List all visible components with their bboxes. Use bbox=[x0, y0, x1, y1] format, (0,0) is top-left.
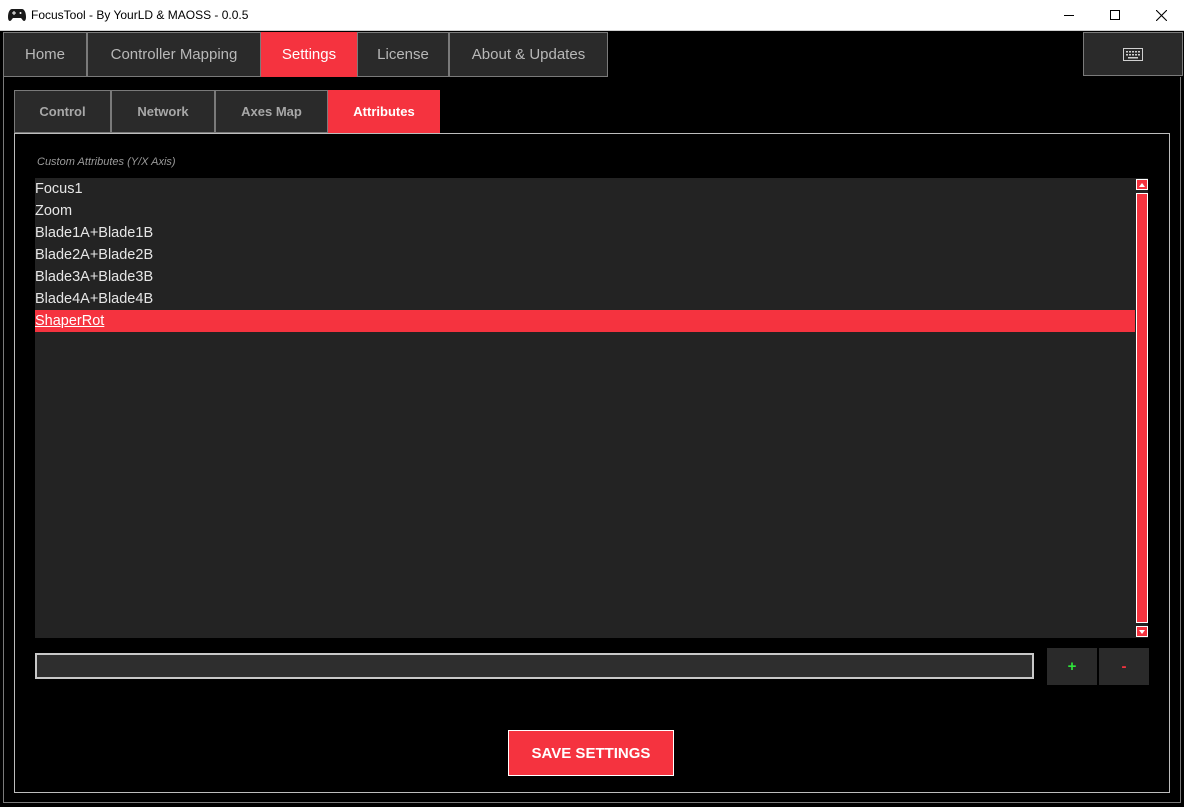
tab-label: License bbox=[377, 46, 429, 63]
tab-label: Controller Mapping bbox=[110, 46, 238, 63]
subtab-label: Attributes bbox=[353, 104, 415, 119]
tab-license[interactable]: License bbox=[357, 32, 449, 77]
keyboard-icon bbox=[1123, 47, 1143, 61]
custom-attributes-label: Custom Attributes (Y/X Axis) bbox=[37, 156, 176, 168]
subtab-control[interactable]: Control bbox=[14, 90, 111, 133]
tab-label: Settings bbox=[281, 46, 337, 63]
list-item-selected[interactable]: ShaperRot bbox=[35, 310, 1135, 332]
remove-attribute-button[interactable]: - bbox=[1099, 648, 1149, 685]
tab-label: Home bbox=[24, 46, 65, 63]
list-item-label: Blade4A+Blade4B bbox=[35, 291, 154, 307]
remove-label: - bbox=[1121, 658, 1127, 675]
list-item[interactable]: Focus1 bbox=[35, 178, 1135, 200]
list-item[interactable]: Zoom bbox=[35, 200, 1135, 222]
window-title: FocusTool - By YourLD & MAOSS - 0.0.5 bbox=[31, 8, 249, 22]
list-item-label: Focus1 bbox=[35, 181, 83, 197]
save-settings-button[interactable]: SAVE SETTINGS bbox=[508, 730, 674, 776]
list-item-label: Zoom bbox=[35, 203, 73, 219]
subtab-attributes[interactable]: Attributes bbox=[328, 90, 440, 133]
gamepad-icon bbox=[8, 9, 26, 21]
arrow-up-icon bbox=[1139, 182, 1145, 187]
close-icon bbox=[1155, 9, 1167, 21]
subtab-label: Network bbox=[137, 104, 189, 119]
attributes-list[interactable]: Focus1 Zoom Blade1A+Blade1B Blade2A+Blad… bbox=[35, 178, 1148, 638]
tab-controller-mapping[interactable]: Controller Mapping bbox=[87, 32, 261, 77]
scroll-up-button[interactable] bbox=[1136, 179, 1148, 190]
list-item-label: Blade2A+Blade2B bbox=[35, 247, 154, 263]
scroll-down-button[interactable] bbox=[1136, 626, 1148, 637]
tab-label: About & Updates bbox=[471, 46, 586, 63]
tab-about-updates[interactable]: About & Updates bbox=[449, 32, 608, 77]
list-item-label: Blade1A+Blade1B bbox=[35, 225, 154, 241]
save-label: SAVE SETTINGS bbox=[531, 744, 651, 762]
subtab-label: Control bbox=[39, 104, 86, 119]
subtab-network[interactable]: Network bbox=[111, 90, 215, 133]
maximize-button[interactable] bbox=[1092, 0, 1138, 30]
attribute-input[interactable] bbox=[35, 653, 1034, 679]
list-item-label: ShaperRot bbox=[35, 313, 105, 329]
minimize-icon bbox=[1064, 15, 1074, 16]
subtab-label: Axes Map bbox=[241, 104, 302, 119]
close-button[interactable] bbox=[1138, 0, 1184, 30]
scroll-thumb[interactable] bbox=[1136, 193, 1148, 623]
list-item[interactable]: Blade4A+Blade4B bbox=[35, 288, 1135, 310]
tab-home[interactable]: Home bbox=[3, 32, 87, 77]
list-scrollbar[interactable] bbox=[1136, 179, 1148, 637]
list-item[interactable]: Blade2A+Blade2B bbox=[35, 244, 1135, 266]
add-attribute-button[interactable]: + bbox=[1047, 648, 1097, 685]
subtab-axes-map[interactable]: Axes Map bbox=[215, 90, 328, 133]
minimize-button[interactable] bbox=[1046, 0, 1092, 30]
list-item[interactable]: Blade3A+Blade3B bbox=[35, 266, 1135, 288]
add-label: + bbox=[1067, 658, 1077, 675]
list-item[interactable]: Blade1A+Blade1B bbox=[35, 222, 1135, 244]
title-bar: FocusTool - By YourLD & MAOSS - 0.0.5 bbox=[0, 0, 1184, 31]
keyboard-button[interactable] bbox=[1083, 32, 1183, 76]
maximize-icon bbox=[1110, 10, 1120, 20]
tab-settings[interactable]: Settings bbox=[261, 32, 357, 77]
arrow-down-icon bbox=[1139, 629, 1145, 634]
list-item-label: Blade3A+Blade3B bbox=[35, 269, 154, 285]
